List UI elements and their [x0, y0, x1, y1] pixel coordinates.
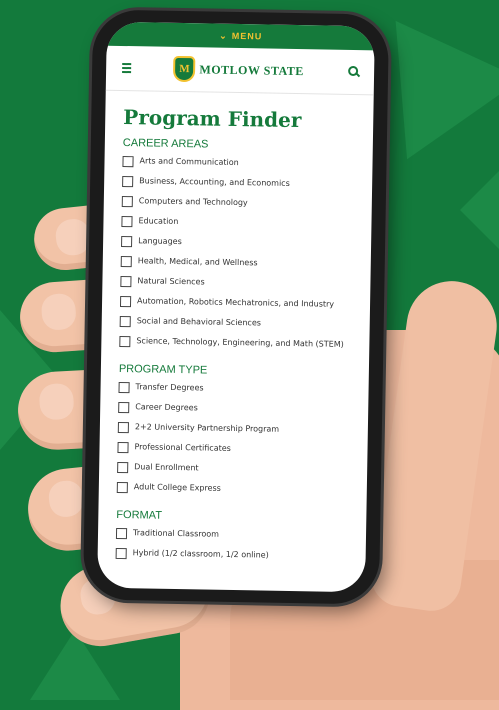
program-type-section: PROGRAM TYPE Transfer Degrees Career Deg…: [116, 362, 351, 497]
checkbox[interactable]: [119, 335, 131, 348]
background-arrow-shape: [460, 170, 499, 250]
filter-option-program[interactable]: 2+2 University Partnership Program: [117, 421, 350, 437]
filter-option-program[interactable]: Professional Certificates: [117, 441, 349, 457]
chevron-down-icon: ⌄: [219, 30, 228, 41]
option-label: Hybrid (1/2 classroom, 1/2 online): [132, 548, 269, 560]
checkbox[interactable]: [118, 401, 130, 414]
hamburger-icon[interactable]: [122, 62, 132, 74]
filter-option-career[interactable]: Computers and Technology: [121, 195, 354, 211]
option-label: Automation, Robotics Mechatronics, and I…: [137, 296, 335, 309]
option-label: Dual Enrollment: [134, 462, 199, 473]
format-section: FORMAT Traditional Classroom Hybrid (1/2…: [115, 508, 349, 563]
menu-label: MENU: [231, 30, 263, 42]
checkbox[interactable]: [122, 155, 134, 168]
filter-option-career[interactable]: Health, Medical, and Wellness: [120, 255, 353, 271]
filter-option-career[interactable]: Automation, Robotics Mechatronics, and I…: [119, 295, 352, 311]
option-label: Science, Technology, Engineering, and Ma…: [136, 336, 344, 349]
filter-option-program[interactable]: Adult College Express: [116, 481, 349, 497]
checkbox[interactable]: [121, 195, 133, 208]
checkbox[interactable]: [115, 527, 128, 540]
filter-option-format[interactable]: Traditional Classroom: [115, 527, 348, 543]
checkbox[interactable]: [121, 235, 133, 248]
filter-option-career[interactable]: Education: [121, 215, 353, 231]
checkbox[interactable]: [117, 421, 129, 434]
filter-option-career[interactable]: Natural Sciences: [120, 275, 352, 291]
option-label: Adult College Express: [133, 482, 221, 493]
section-heading: CAREER AREAS: [122, 137, 209, 151]
option-label: Career Degrees: [135, 402, 198, 413]
checkbox[interactable]: [122, 175, 134, 188]
page-title: Program Finder: [123, 105, 302, 133]
option-label: Languages: [138, 236, 182, 247]
filter-option-program[interactable]: Dual Enrollment: [117, 461, 349, 477]
option-label: Transfer Degrees: [135, 382, 204, 393]
filter-option-career[interactable]: Business, Accounting, and Economics: [122, 175, 354, 191]
section-heading: FORMAT: [116, 508, 163, 522]
filter-option-program[interactable]: Career Degrees: [118, 401, 350, 417]
option-label: Computers and Technology: [138, 196, 248, 208]
checkbox[interactable]: [116, 481, 128, 494]
filter-option-career[interactable]: Languages: [121, 235, 353, 251]
checkbox[interactable]: [117, 441, 129, 454]
option-label: Education: [138, 216, 179, 226]
option-label: Traditional Classroom: [132, 528, 220, 539]
option-label: 2+2 University Partnership Program: [134, 422, 280, 434]
option-label: Professional Certificates: [134, 442, 231, 453]
site-header: M MOTLOW STATE: [105, 45, 375, 96]
option-label: Social and Behavioral Sciences: [136, 316, 262, 328]
checkbox[interactable]: [119, 295, 132, 308]
program-finder-panel: Program Finder CAREER AREAS Arts and Com…: [98, 91, 374, 564]
logo-shield-icon: M: [175, 57, 194, 81]
filter-option-program[interactable]: Transfer Degrees: [118, 381, 350, 397]
filter-option-career[interactable]: Science, Technology, Engineering, and Ma…: [119, 335, 351, 351]
option-label: Business, Accounting, and Economics: [139, 176, 290, 188]
smartphone-frame: ⌄ MENU M MOTLOW STATE Program Finder CAR…: [82, 9, 390, 605]
phone-screen: ⌄ MENU M MOTLOW STATE Program Finder CAR…: [97, 21, 375, 593]
filter-option-career[interactable]: Arts and Communication: [122, 155, 354, 171]
checkbox[interactable]: [121, 215, 133, 228]
checkbox[interactable]: [115, 547, 127, 560]
site-logo[interactable]: M MOTLOW STATE: [175, 57, 304, 82]
option-label: Health, Medical, and Wellness: [137, 256, 258, 268]
logo-text: MOTLOW STATE: [199, 61, 304, 78]
checkbox[interactable]: [118, 381, 130, 394]
section-heading: PROGRAM TYPE: [118, 362, 208, 377]
search-icon[interactable]: [348, 65, 361, 78]
option-label: Arts and Communication: [139, 156, 239, 168]
checkbox[interactable]: [119, 315, 131, 328]
checkbox[interactable]: [117, 461, 129, 474]
checkbox[interactable]: [120, 255, 132, 268]
option-label: Natural Sciences: [137, 276, 205, 287]
checkbox[interactable]: [120, 275, 132, 288]
filter-option-format[interactable]: Hybrid (1/2 classroom, 1/2 online): [115, 547, 348, 563]
career-areas-section: CAREER AREAS Arts and Communication Busi…: [119, 137, 355, 351]
filter-option-career[interactable]: Social and Behavioral Sciences: [119, 315, 352, 331]
